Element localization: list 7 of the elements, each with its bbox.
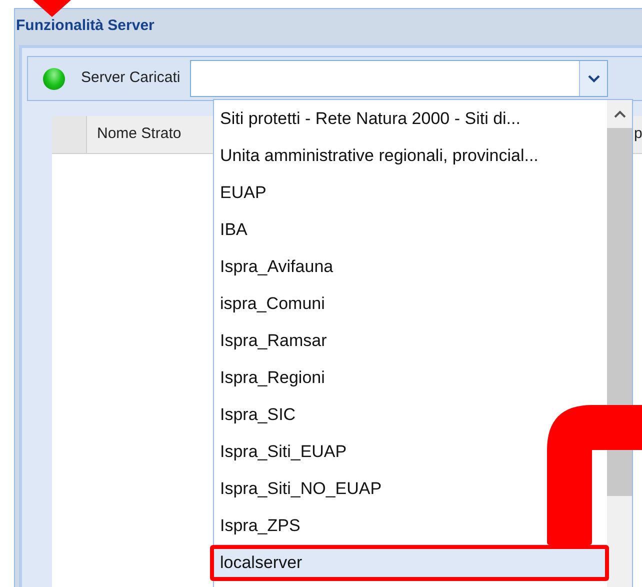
scrollbar[interactable] (607, 100, 632, 587)
annotation-arrow-icon (33, 0, 71, 17)
server-label: Server Caricati (81, 68, 180, 88)
panel-title: Funzionalità Server (16, 18, 154, 32)
caret-icon[interactable] (579, 61, 608, 96)
column-header[interactable]: Nome Strato (87, 116, 207, 153)
column-header[interactable]: p (634, 116, 642, 153)
